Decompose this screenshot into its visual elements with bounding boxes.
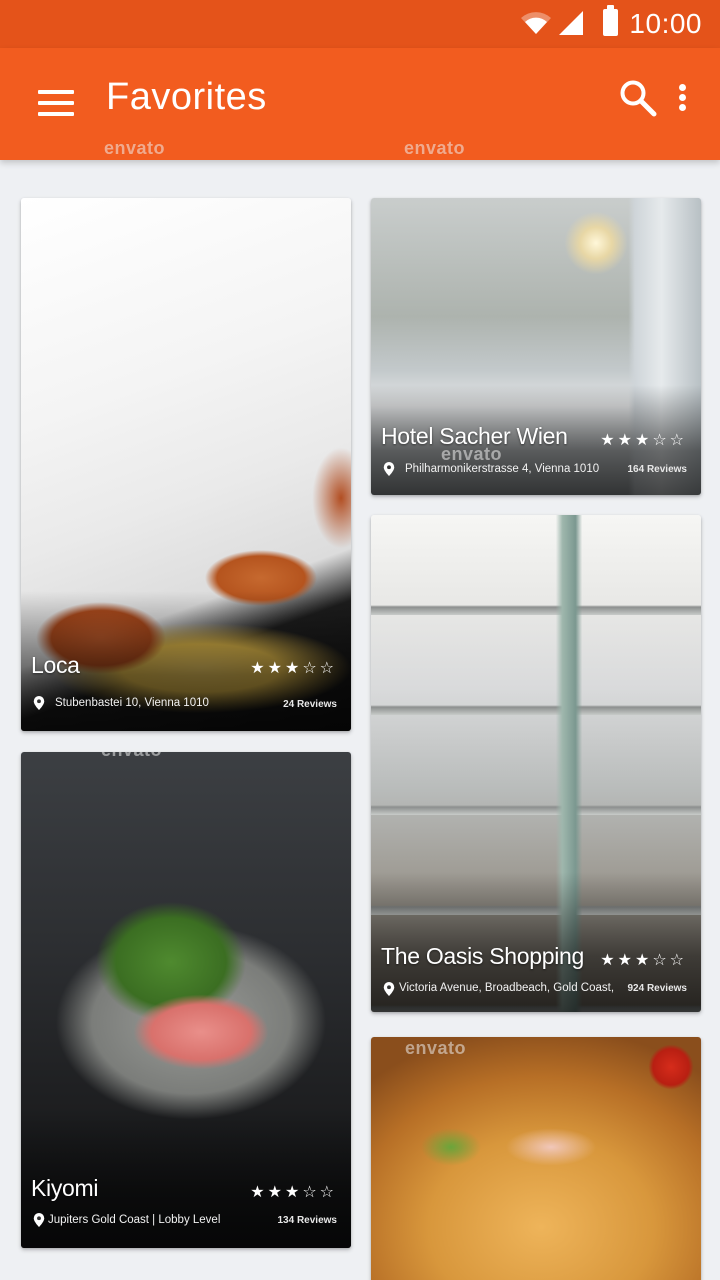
rating-stars: ★★★☆☆ <box>600 430 687 449</box>
location-pin-icon <box>383 982 395 996</box>
favorite-card-hotel-sacher[interactable]: envato Hotel Sacher Wien ★★★☆☆ Philharmo… <box>371 198 701 495</box>
favorite-card-pizza[interactable]: envato <box>371 1037 701 1280</box>
app-bar: Favorites envato envato <box>0 48 720 160</box>
card-address: Victoria Avenue, Broadbeach, Gold Coast, <box>399 982 615 994</box>
location-pin-icon <box>383 462 395 476</box>
favorite-card-loca[interactable]: Loca ★★★☆☆ Stubenbastei 10, Vienna 1010 … <box>21 198 351 731</box>
card-address: Philharmonikerstrasse 4, Vienna 1010 <box>405 463 600 475</box>
card-title: The Oasis Shopping <box>381 943 585 969</box>
review-count: 24 Reviews <box>283 699 337 710</box>
review-count: 134 Reviews <box>277 1215 338 1226</box>
rating-stars: ★★★☆☆ <box>250 658 337 677</box>
search-icon[interactable] <box>618 78 658 118</box>
card-title: Kiyomi <box>31 1175 99 1201</box>
menu-icon[interactable] <box>38 90 74 116</box>
location-pin-icon <box>33 1213 45 1227</box>
wifi-icon <box>521 12 551 35</box>
battery-icon <box>603 5 618 36</box>
favorite-card-kiyomi[interactable]: envato Kiyomi ★★★☆☆ Jupiters Gold Coast … <box>21 752 351 1248</box>
rating-stars: ★★★☆☆ <box>250 1182 337 1201</box>
review-count: 164 Reviews <box>627 464 688 475</box>
card-title: Loca <box>31 652 80 678</box>
watermark: envato <box>404 138 466 158</box>
pizza-photo <box>371 1037 701 1280</box>
status-bar: 10:00 <box>0 0 720 48</box>
location-pin-icon <box>33 696 45 710</box>
card-title: Hotel Sacher Wien <box>381 423 568 449</box>
page-title: Favorites <box>106 76 267 118</box>
review-count: 924 Reviews <box>627 983 688 994</box>
favorite-card-oasis-shopping[interactable]: The Oasis Shopping ★★★☆☆ Victoria Avenue… <box>371 515 701 1012</box>
card-address: Jupiters Gold Coast | Lobby Level <box>48 1214 221 1226</box>
watermark: envato <box>104 138 166 158</box>
more-vert-icon[interactable] <box>672 78 694 118</box>
rating-stars: ★★★☆☆ <box>600 950 687 969</box>
signal-icon <box>559 11 583 35</box>
card-address: Stubenbastei 10, Vienna 1010 <box>55 697 209 709</box>
status-time: 10:00 <box>629 8 702 39</box>
